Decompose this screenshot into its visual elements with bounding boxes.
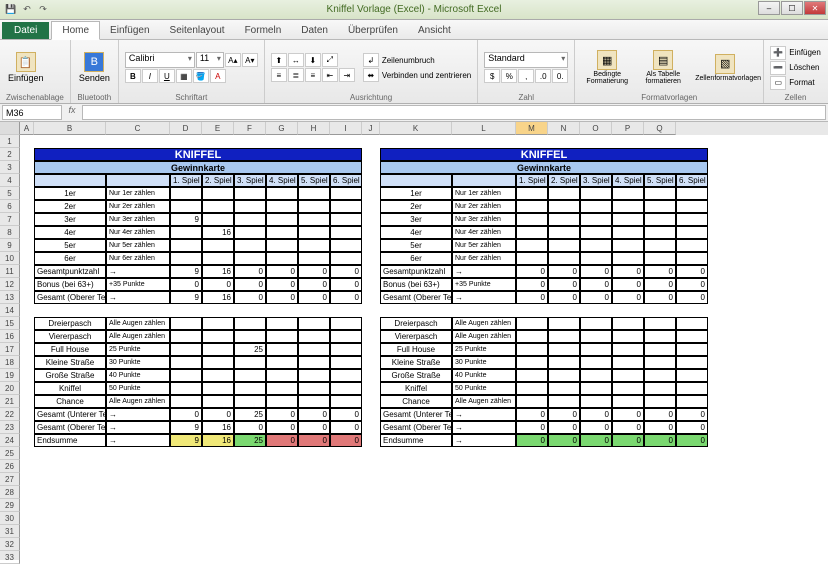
inc-decimal-button[interactable]: .0 bbox=[535, 69, 551, 83]
indent-inc-button[interactable]: ⇥ bbox=[339, 68, 355, 82]
format-cells-button[interactable]: ▭Format bbox=[770, 76, 821, 90]
delete-icon: ➖ bbox=[770, 61, 786, 75]
increase-font-button[interactable]: A▴ bbox=[225, 53, 241, 67]
font-color-button[interactable]: A bbox=[210, 69, 226, 83]
cellstyle-icon: ▧ bbox=[715, 54, 735, 74]
group-number: Standard $ % , .0 0. Zahl bbox=[478, 40, 575, 103]
fill-color-button[interactable]: 🪣 bbox=[193, 69, 209, 83]
insert-cells-button[interactable]: ➕Einfügen bbox=[770, 46, 821, 60]
group-label: Ausrichtung bbox=[271, 93, 471, 103]
sheet-area: 1234567891011121314151617181920212223242… bbox=[0, 122, 828, 560]
cond-format-icon: ▦ bbox=[597, 50, 617, 70]
tab-review[interactable]: Überprüfen bbox=[338, 22, 408, 39]
tab-formulas[interactable]: Formeln bbox=[235, 22, 292, 39]
title-bar: 💾 ↶ ↷ Kniffel Vorlage (Excel) - Microsof… bbox=[0, 0, 828, 20]
cond-label: Bedingte Formatierung bbox=[583, 71, 631, 85]
align-center-button[interactable]: ≣ bbox=[288, 68, 304, 82]
dec-decimal-button[interactable]: 0. bbox=[552, 69, 568, 83]
bluetooth-button[interactable]: B Senden bbox=[77, 50, 112, 85]
tab-insert[interactable]: Einfügen bbox=[100, 22, 159, 39]
cellstyle-label: Zellenformatvorlagen bbox=[695, 75, 755, 82]
decrease-font-button[interactable]: A▾ bbox=[242, 53, 258, 67]
align-right-button[interactable]: ≡ bbox=[305, 68, 321, 82]
undo-icon[interactable]: ↶ bbox=[20, 2, 34, 16]
paste-icon: 📋 bbox=[16, 52, 36, 72]
table-icon: ▤ bbox=[653, 50, 673, 70]
fx-icon[interactable]: fx bbox=[64, 105, 80, 120]
number-format-select[interactable]: Standard bbox=[484, 52, 568, 68]
tab-pagelayout[interactable]: Seitenlayout bbox=[160, 22, 235, 39]
formula-input[interactable] bbox=[82, 105, 826, 120]
orientation-button[interactable]: ⤢ bbox=[322, 53, 338, 67]
send-label: Senden bbox=[79, 73, 110, 83]
indent-dec-button[interactable]: ⇤ bbox=[322, 68, 338, 82]
merge-label: Verbinden und zentrieren bbox=[382, 71, 471, 80]
group-alignment: ⬆ ↔ ⬇ ⤢ ≡ ≣ ≡ ⇤ ⇥ ↲Zeilenumbruch ⬌Verbin… bbox=[265, 40, 478, 103]
formula-bar: fx bbox=[0, 104, 828, 122]
grid[interactable]: ABCDEFGHIJKLMNOPQ KNIFFELKNIFFELGewinnka… bbox=[20, 122, 828, 560]
align-left-button[interactable]: ≡ bbox=[271, 68, 287, 82]
font-size-select[interactable]: 11 bbox=[196, 52, 224, 68]
group-label: Zwischenablage bbox=[6, 93, 64, 103]
paste-label: Einfügen bbox=[8, 73, 44, 83]
group-bluetooth: B Senden Bluetooth bbox=[71, 40, 119, 103]
name-box[interactable] bbox=[2, 105, 62, 120]
bold-button[interactable]: B bbox=[125, 69, 141, 83]
comma-button[interactable]: , bbox=[518, 69, 534, 83]
minimize-button[interactable]: – bbox=[758, 1, 780, 15]
wrap-text-button[interactable]: ↲Zeilenumbruch bbox=[363, 53, 471, 67]
percent-button[interactable]: % bbox=[501, 69, 517, 83]
maximize-button[interactable]: ☐ bbox=[781, 1, 803, 15]
currency-button[interactable]: $ bbox=[484, 69, 500, 83]
group-label: Zellen bbox=[770, 93, 821, 103]
tab-home[interactable]: Home bbox=[51, 21, 100, 40]
ribbon-tabs: Datei Home Einfügen Seitenlayout Formeln… bbox=[0, 20, 828, 40]
group-font: Calibri 11 A▴ A▾ B I U ▦ 🪣 A Schriftart bbox=[119, 40, 265, 103]
insert-label: Einfügen bbox=[789, 48, 821, 57]
align-top-button[interactable]: ⬆ bbox=[271, 53, 287, 67]
redo-icon[interactable]: ↷ bbox=[36, 2, 50, 16]
group-cells: ➕Einfügen ➖Löschen ▭Format Zellen bbox=[764, 40, 827, 103]
group-label: Schriftart bbox=[125, 93, 258, 103]
save-icon[interactable]: 💾 bbox=[4, 2, 18, 16]
row-headers[interactable]: 1234567891011121314151617181920212223242… bbox=[0, 122, 20, 560]
underline-button[interactable]: U bbox=[159, 69, 175, 83]
insert-icon: ➕ bbox=[770, 46, 786, 60]
merge-button[interactable]: ⬌Verbinden und zentrieren bbox=[363, 68, 471, 82]
delete-cells-button[interactable]: ➖Löschen bbox=[770, 61, 821, 75]
cell-styles-button[interactable]: ▧Zellenformatvorlagen bbox=[693, 52, 757, 84]
wrap-label: Zeilenumbruch bbox=[382, 56, 435, 65]
group-label: Zahl bbox=[484, 93, 568, 103]
window-title: Kniffel Vorlage (Excel) - Microsoft Exce… bbox=[327, 4, 502, 15]
cond-format-button[interactable]: ▦Bedingte Formatierung bbox=[581, 48, 633, 87]
col-headers[interactable]: ABCDEFGHIJKLMNOPQ bbox=[20, 122, 828, 135]
format-table-button[interactable]: ▤Als Tabelle formatieren bbox=[637, 48, 689, 87]
table-label: Als Tabelle formatieren bbox=[639, 71, 687, 85]
group-clipboard: 📋 Einfügen Zwischenablage bbox=[0, 40, 71, 103]
file-tab[interactable]: Datei bbox=[2, 22, 49, 39]
close-button[interactable]: ✕ bbox=[804, 1, 826, 15]
font-name-select[interactable]: Calibri bbox=[125, 52, 195, 68]
format-label: Format bbox=[789, 78, 814, 87]
italic-button[interactable]: I bbox=[142, 69, 158, 83]
align-middle-button[interactable]: ↔ bbox=[288, 53, 304, 67]
tab-data[interactable]: Daten bbox=[291, 22, 338, 39]
border-button[interactable]: ▦ bbox=[176, 69, 192, 83]
bluetooth-icon: B bbox=[84, 52, 104, 72]
tab-view[interactable]: Ansicht bbox=[408, 22, 461, 39]
delete-label: Löschen bbox=[789, 63, 819, 72]
align-bottom-button[interactable]: ⬇ bbox=[305, 53, 321, 67]
group-label: Bluetooth bbox=[77, 93, 112, 103]
ribbon: 📋 Einfügen Zwischenablage B Senden Bluet… bbox=[0, 40, 828, 104]
paste-button[interactable]: 📋 Einfügen bbox=[6, 50, 46, 85]
group-label: Formatvorlagen bbox=[581, 93, 757, 103]
group-styles: ▦Bedingte Formatierung ▤Als Tabelle form… bbox=[575, 40, 764, 103]
format-icon: ▭ bbox=[770, 76, 786, 90]
